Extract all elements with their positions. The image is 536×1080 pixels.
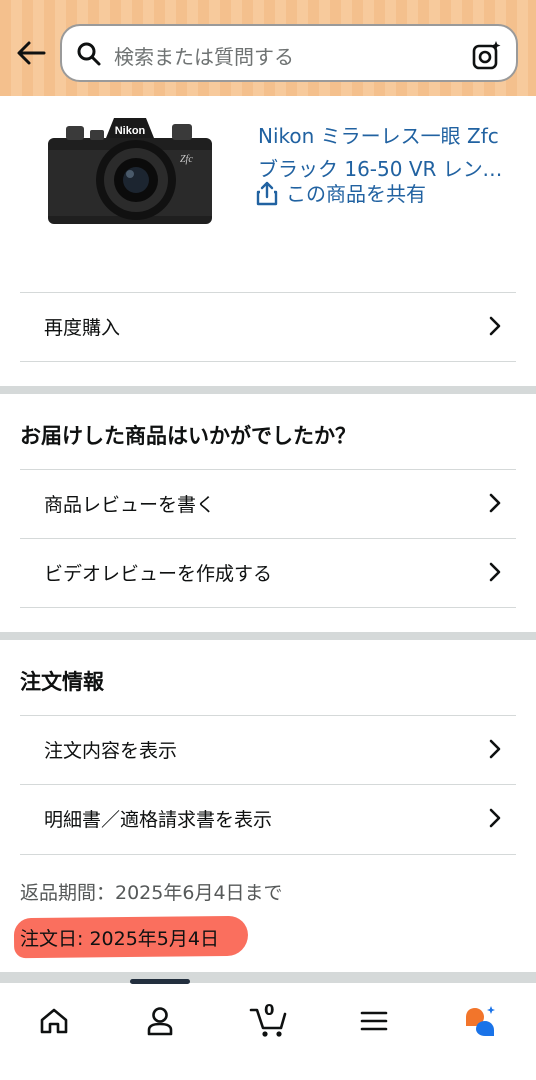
nav-account[interactable]: [140, 1001, 180, 1041]
divider: [20, 854, 516, 855]
view-order-label: 注文内容を表示: [44, 740, 178, 762]
section-separator: [0, 972, 536, 982]
write-review-row[interactable]: 商品レビューを書く: [20, 469, 516, 537]
product-image[interactable]: Nikon Zfc: [44, 110, 216, 230]
product-title-link[interactable]: Nikon ミラーレス一眼 Zfc ブラック 16-50 VR レンズキット: [258, 120, 516, 186]
bottom-nav: 0: [0, 979, 536, 1080]
rufus-icon: [466, 1006, 495, 1036]
share-product-link[interactable]: この商品を共有: [256, 178, 426, 207]
chevron-right-icon: [489, 562, 501, 582]
search-input[interactable]: 検索または質問する: [60, 24, 518, 82]
svg-text:Zfc: Zfc: [180, 154, 193, 165]
chevron-right-icon: [489, 316, 501, 336]
buy-again-row[interactable]: 再度購入: [20, 292, 516, 360]
section-separator: [0, 386, 536, 394]
chevron-right-icon: [489, 493, 501, 513]
view-invoice-row[interactable]: 明細書／適格請求書を表示: [20, 784, 516, 852]
write-review-label: 商品レビューを書く: [44, 494, 216, 516]
nav-menu[interactable]: [354, 1001, 394, 1041]
divider: [20, 607, 516, 608]
share-label: この商品を共有: [286, 182, 426, 206]
order-date-text: 注文日: 2025年5月4日: [20, 928, 219, 950]
camera-search-icon[interactable]: [472, 40, 502, 70]
menu-icon: [360, 1011, 388, 1031]
video-review-label: ビデオレビューを作成する: [44, 563, 273, 585]
account-icon: [147, 1007, 173, 1036]
search-icon: [77, 42, 101, 66]
return-period-text: 返品期間：2025年6月4日まで: [20, 882, 283, 904]
order-section-heading: 注文情報: [20, 670, 104, 694]
section-separator: [0, 632, 536, 640]
divider: [20, 361, 516, 362]
view-invoice-label: 明細書／適格請求書を表示: [44, 809, 273, 831]
nav-cart[interactable]: 0: [246, 1001, 292, 1041]
buy-again-label: 再度購入: [44, 317, 121, 339]
view-order-row[interactable]: 注文内容を表示: [20, 715, 516, 783]
chevron-right-icon: [489, 739, 501, 759]
camera-brand: Nikon: [115, 125, 146, 137]
back-button[interactable]: [14, 36, 48, 70]
chevron-right-icon: [489, 808, 501, 828]
product-summary: Nikon Zfc Nikon ミラーレス一眼 Zfc ブラック 16-50 V…: [0, 96, 536, 292]
header-bar: 検索または質問する: [0, 0, 536, 96]
search-placeholder: 検索または質問する: [114, 45, 294, 69]
review-section-heading: お届けした商品はいかがでしたか？: [20, 424, 356, 448]
back-arrow-icon: [17, 41, 46, 65]
home-icon: [40, 1008, 68, 1034]
cart-count: 0: [264, 1001, 275, 1019]
share-icon: [256, 181, 278, 205]
nav-rufus[interactable]: [460, 1001, 500, 1041]
video-review-row[interactable]: ビデオレビューを作成する: [20, 538, 516, 606]
nav-home[interactable]: [34, 1001, 74, 1041]
active-tab-indicator: [130, 979, 190, 984]
